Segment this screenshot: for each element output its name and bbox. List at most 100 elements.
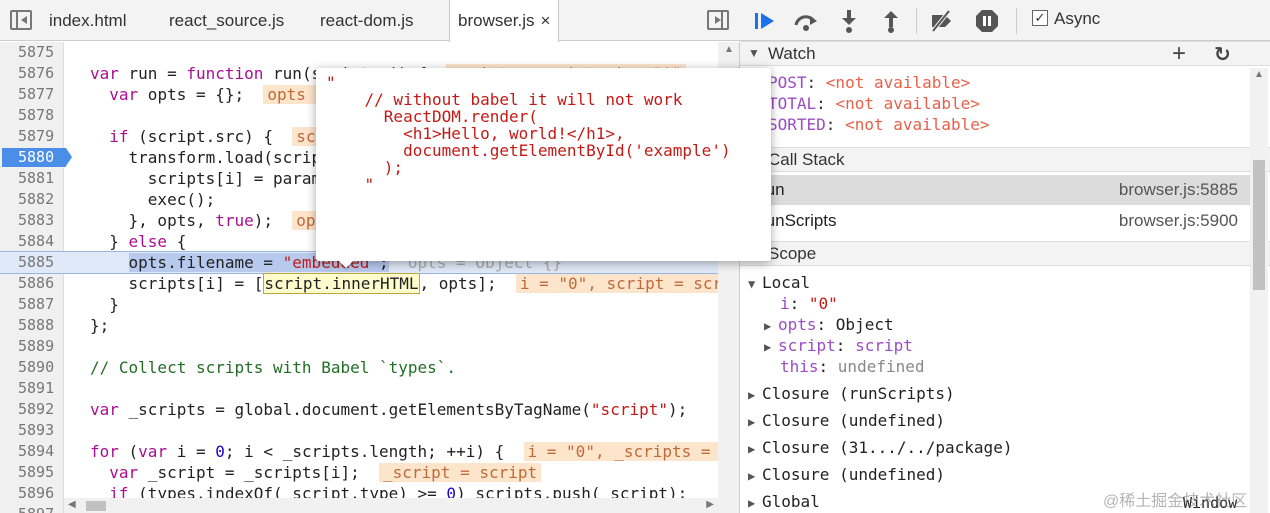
collapsed-triangle-icon[interactable]: ▶ — [748, 388, 762, 402]
closure-label: Closure (31.../../package) — [762, 438, 1013, 457]
line-number[interactable]: 5879 — [0, 126, 64, 147]
scope-closure[interactable]: ▶ Closure (31.../../package) — [748, 438, 1012, 457]
scope-global[interactable]: ▶ Global — [748, 492, 820, 511]
line-number[interactable]: 5878 — [0, 105, 64, 126]
line-number[interactable]: 5886 — [0, 273, 64, 294]
scrollbar-thumb[interactable] — [1253, 160, 1265, 290]
scope-property[interactable]: this: undefined — [780, 357, 925, 376]
global-label: Global — [762, 492, 820, 511]
toggle-navigator-icon[interactable] — [10, 10, 32, 30]
horizontal-scrollbar[interactable]: ◀ ▶ — [64, 498, 718, 513]
property-name: this — [780, 357, 819, 376]
watch-item[interactable]: SORTED: <not available> — [768, 115, 990, 134]
line-number[interactable]: 5888 — [0, 315, 64, 336]
line-number[interactable]: 5895 — [0, 462, 64, 483]
scope-local-label: Local — [762, 273, 811, 292]
collapsed-triangle-icon[interactable]: ▶ — [764, 319, 778, 333]
step-into-icon[interactable] — [836, 8, 862, 34]
call-stack-pane-header[interactable]: ▼ Call Stack — [740, 147, 1270, 172]
async-label: Async — [1054, 9, 1101, 28]
property-name: i — [780, 294, 790, 313]
scope-property[interactable]: ▶ script: script — [764, 336, 913, 355]
scope-closure[interactable]: ▶ Closure (undefined) — [748, 465, 945, 484]
scroll-up-arrow-icon[interactable]: ▲ — [1254, 69, 1264, 80]
value-popover: " // without babel it will not work Reac… — [316, 68, 771, 261]
code-line[interactable]: 5891 — [0, 378, 718, 399]
scroll-up-arrow-icon[interactable]: ▲ — [724, 44, 734, 55]
line-number[interactable]: 5893 — [0, 420, 64, 441]
scope-pane-header[interactable]: ▼ Scope — [740, 241, 1270, 266]
line-number[interactable]: 5890 — [0, 357, 64, 378]
watermark: @稀土掘金技术社区 — [1103, 493, 1248, 510]
tab-react-source-js[interactable]: react_source.js — [169, 0, 284, 41]
code-line[interactable]: 5892 var _scripts = global.document.getEl… — [0, 399, 718, 420]
line-number[interactable]: 5876 — [0, 63, 64, 84]
code-line[interactable]: 5887 } — [0, 294, 718, 315]
scope-closure[interactable]: ▶ Closure (runScripts) — [748, 384, 955, 403]
scrollbar-thumb[interactable] — [86, 501, 106, 511]
watch-item[interactable]: POST: <not available> — [768, 73, 970, 92]
tab-index-html[interactable]: index.html — [49, 0, 126, 41]
scope-local[interactable]: ▼ Local — [748, 273, 810, 292]
deactivate-breakpoints-icon[interactable] — [928, 8, 954, 34]
toggle-debugger-sidebar-icon[interactable] — [707, 10, 729, 30]
refresh-icon[interactable]: ↻ — [1214, 42, 1231, 67]
line-number[interactable]: 5884 — [0, 231, 64, 252]
collapsed-triangle-icon[interactable]: ▶ — [748, 469, 762, 483]
step-out-icon[interactable] — [878, 8, 904, 34]
collapsed-triangle-icon[interactable]: ▶ — [748, 442, 762, 456]
frame-location[interactable]: browser.js:5900 — [1119, 206, 1238, 236]
code-line[interactable]: 5890 // Collect scripts with Babel `types… — [0, 357, 718, 378]
property-name: opts — [778, 315, 817, 334]
step-over-icon[interactable] — [792, 8, 818, 34]
line-number[interactable]: 5891 — [0, 378, 64, 399]
add-watch-icon[interactable]: + — [1172, 40, 1186, 68]
line-number[interactable]: 5897 — [0, 504, 64, 513]
tab-label: browser.js — [458, 11, 535, 30]
scope-property[interactable]: i: "0" — [780, 294, 838, 313]
collapsed-triangle-icon[interactable]: ▶ — [764, 340, 778, 354]
line-number[interactable]: 5894 — [0, 441, 64, 462]
collapsed-triangle-icon[interactable]: ▶ — [748, 496, 762, 510]
watch-pane-header[interactable]: ▼ Watch + ↻ — [740, 40, 1270, 68]
line-number[interactable]: 5887 — [0, 294, 64, 315]
frame-location[interactable]: browser.js:5885 — [1119, 175, 1238, 205]
code-text: // Collect scripts with Babel `types`. — [90, 358, 457, 377]
watch-item[interactable]: TOTAL: <not available> — [768, 94, 980, 113]
sidebar-scrollbar[interactable]: ▲ — [1250, 68, 1268, 513]
async-checkbox[interactable]: ✓ — [1032, 10, 1048, 26]
line-number[interactable]: 5881 — [0, 168, 64, 189]
tab-react-dom-js[interactable]: react-dom.js — [320, 0, 414, 41]
collapsed-triangle-icon[interactable]: ▶ — [748, 415, 762, 429]
line-number[interactable]: 5885 — [0, 252, 64, 273]
scroll-right-arrow-icon[interactable]: ▶ — [706, 499, 714, 510]
call-frame-run[interactable]: run browser.js:5885 — [740, 175, 1250, 205]
code-line[interactable]: 5894 for (var i = 0; i < _scripts.length;… — [0, 441, 718, 462]
line-number[interactable]: 5883 — [0, 210, 64, 231]
line-number[interactable]: 5892 — [0, 399, 64, 420]
pause-on-exceptions-icon[interactable] — [974, 8, 1000, 34]
line-number[interactable]: 5896 — [0, 483, 64, 504]
popover-string-value: " // without babel it will not work Reac… — [326, 73, 731, 194]
code-line[interactable]: 5875 — [0, 42, 718, 63]
close-icon[interactable]: × — [541, 11, 551, 30]
code-text: for (var i = 0; i < _scripts.length; ++i… — [90, 441, 718, 462]
scroll-left-arrow-icon[interactable]: ◀ — [68, 499, 76, 510]
line-number[interactable]: 5875 — [0, 42, 64, 63]
tab-browser-js[interactable]: browser.js × — [449, 0, 560, 42]
code-line[interactable]: 5888}; — [0, 315, 718, 336]
closure-label: Closure (runScripts) — [762, 384, 955, 403]
line-number[interactable]: 5889 — [0, 336, 64, 357]
line-number[interactable]: 5877 — [0, 84, 64, 105]
code-line[interactable]: 5895 var _script = _scripts[i]; _script … — [0, 462, 718, 483]
code-line[interactable]: 5886 scripts[i] = [script.innerHTML, opt… — [0, 273, 718, 294]
call-frame-runscripts[interactable]: runScripts browser.js:5900 — [740, 206, 1250, 236]
scope-closure[interactable]: ▶ Closure (undefined) — [748, 411, 945, 430]
breakpoint-marker[interactable]: 5880 — [2, 148, 72, 167]
code-line[interactable]: 5893 — [0, 420, 718, 441]
frame-name: runScripts — [760, 211, 837, 230]
line-number[interactable]: 5882 — [0, 189, 64, 210]
scope-property[interactable]: ▶ opts: Object — [764, 315, 894, 334]
resume-icon[interactable] — [752, 8, 778, 34]
code-line[interactable]: 5889 — [0, 336, 718, 357]
